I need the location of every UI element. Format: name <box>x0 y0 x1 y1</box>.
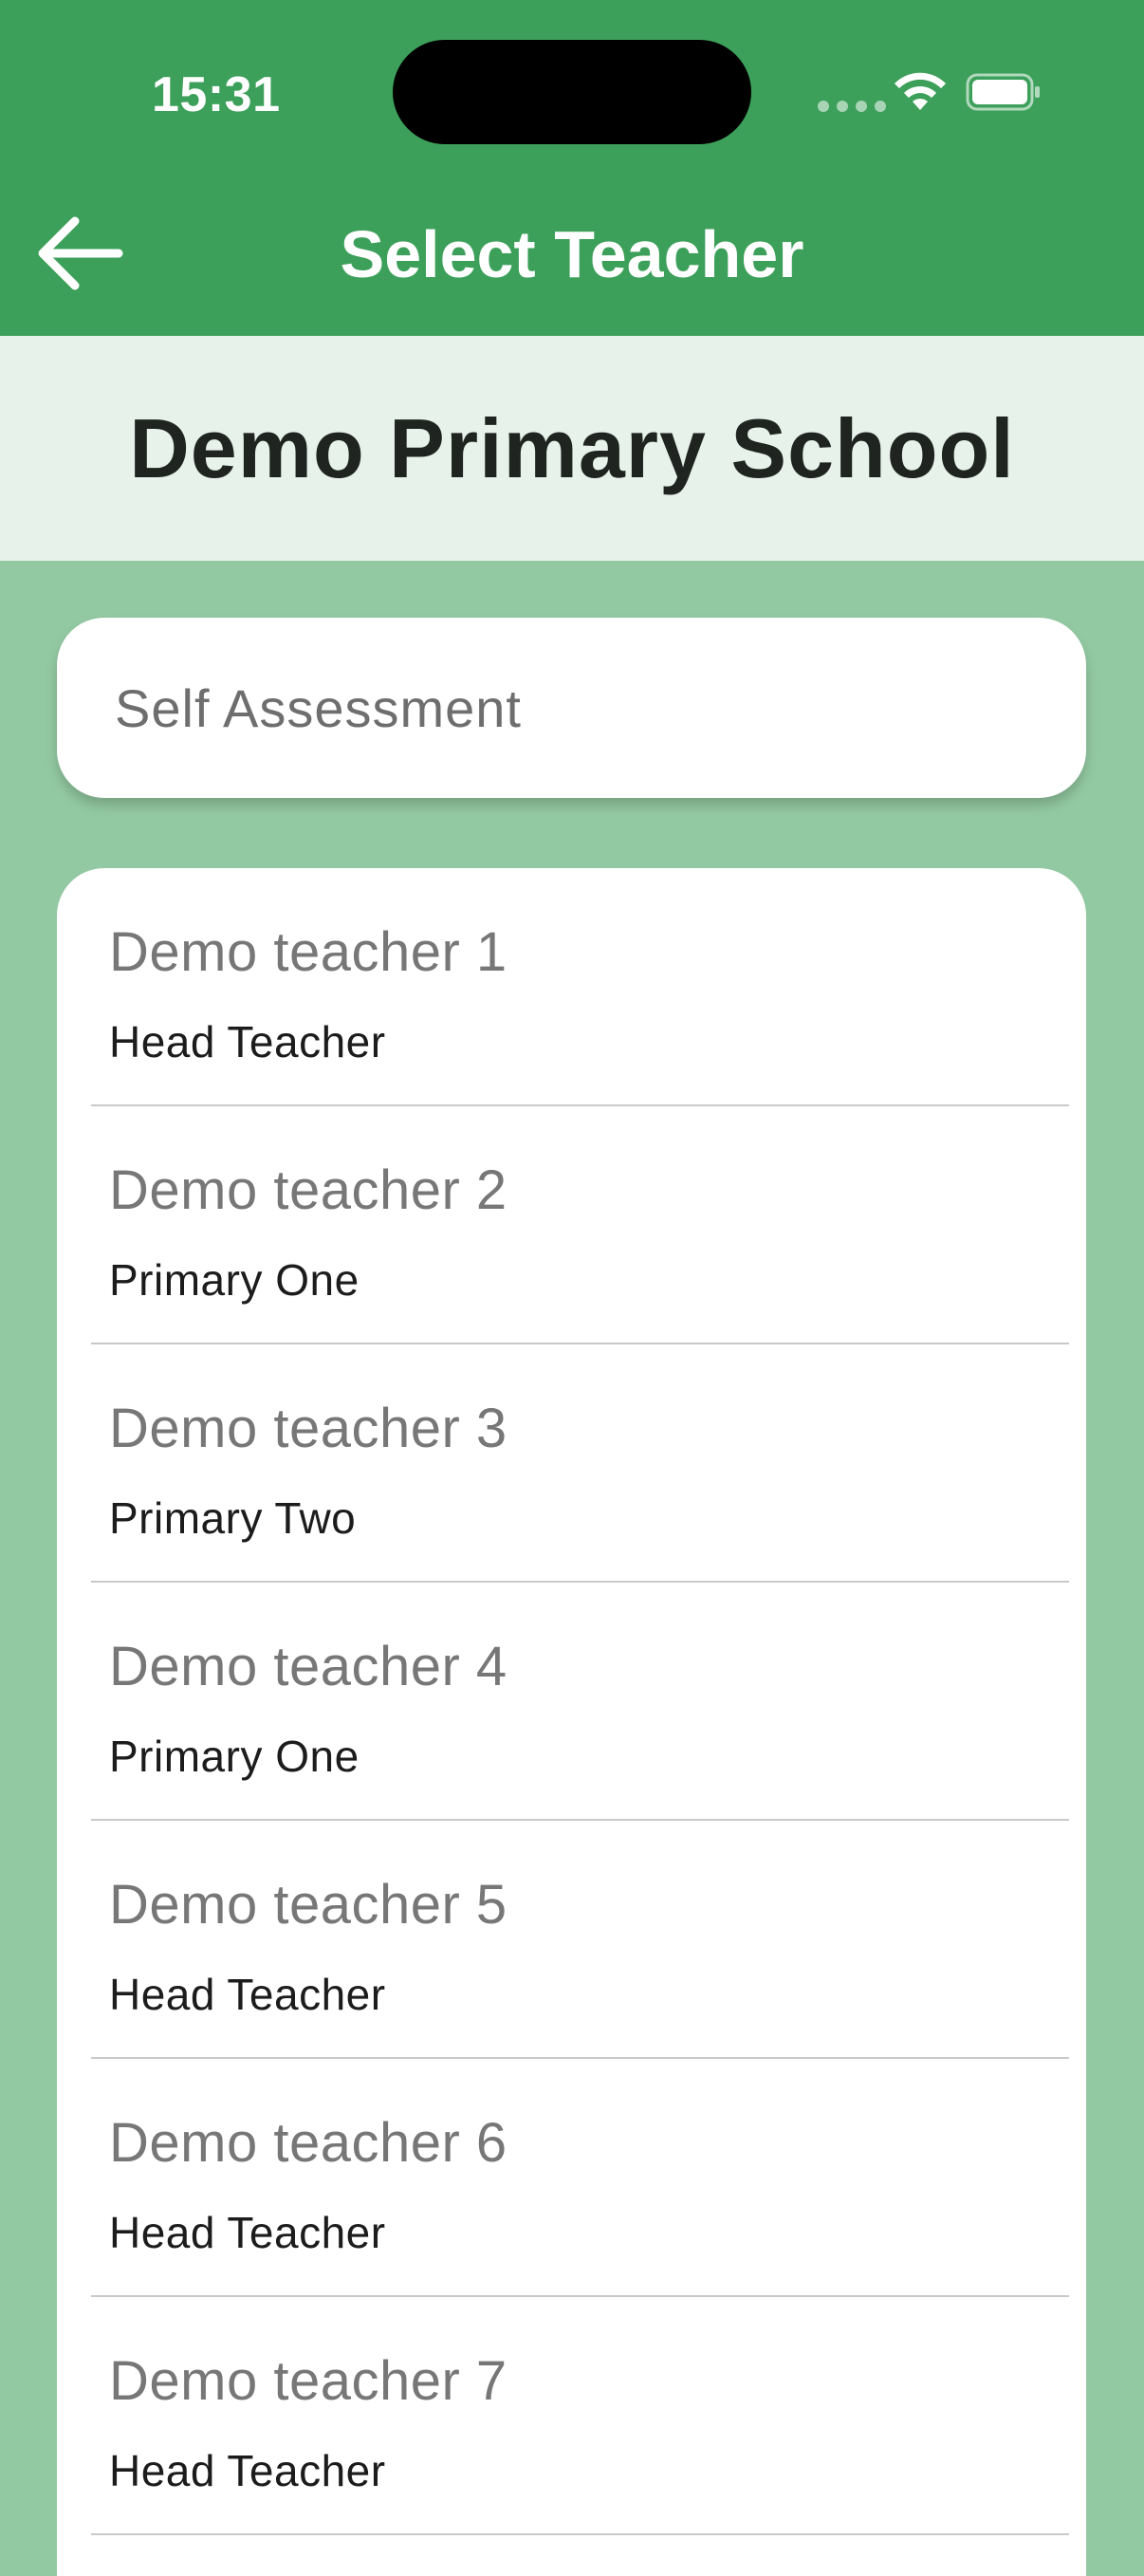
teacher-list-item[interactable]: Demo teacher 7 Head Teacher <box>57 2297 1086 2535</box>
app-header: 15:31 Select Teacher <box>0 0 1144 336</box>
teacher-list-item[interactable]: Demo teacher 6 Head Teacher <box>57 2059 1086 2297</box>
page-title: Select Teacher <box>340 217 804 291</box>
teacher-role: Primary One <box>109 1255 360 1305</box>
status-time: 15:31 <box>152 67 281 122</box>
teacher-list-item[interactable]: Demo teacher 2 Primary One <box>57 1106 1086 1344</box>
battery-icon <box>966 73 1040 111</box>
teacher-role: Primary Two <box>109 1493 357 1543</box>
cellular-signal-icon <box>818 101 886 112</box>
teacher-list-item[interactable]: Demo teacher 5 Head Teacher <box>57 1821 1086 2059</box>
teacher-name: Demo teacher 4 <box>109 1636 507 1697</box>
teacher-list-item[interactable]: Demo teacher 3 Primary Two <box>57 1344 1086 1583</box>
school-banner: Demo Primary School <box>0 336 1144 561</box>
teacher-list-item[interactable]: Demo teacher 1 Head Teacher <box>57 868 1086 1106</box>
teacher-role: Head Teacher <box>109 1970 386 2019</box>
school-name: Demo Primary School <box>129 400 1015 495</box>
teacher-name: Demo teacher 1 <box>109 921 507 983</box>
teacher-role: Primary One <box>109 1732 360 1781</box>
teacher-role: Head Teacher <box>109 2446 386 2495</box>
teacher-role: Head Teacher <box>109 2208 386 2257</box>
teacher-name: Demo teacher 5 <box>109 1874 507 1936</box>
dynamic-island <box>393 40 751 144</box>
teacher-list: Demo teacher 1 Head Teacher Demo teacher… <box>57 868 1086 2576</box>
teacher-name: Demo teacher 2 <box>109 1159 507 1221</box>
teacher-list-item[interactable]: Demo teacher 4 Primary One <box>57 1583 1086 1821</box>
teacher-role: Head Teacher <box>109 1017 386 1066</box>
teacher-name: Demo teacher 6 <box>109 2112 507 2174</box>
self-assessment-button[interactable]: Self Assessment <box>57 618 1086 798</box>
self-assessment-label: Self Assessment <box>115 677 522 738</box>
teacher-name: Demo teacher 7 <box>109 2350 507 2412</box>
teacher-name: Demo teacher 3 <box>109 1398 507 1459</box>
wifi-icon <box>895 72 946 110</box>
